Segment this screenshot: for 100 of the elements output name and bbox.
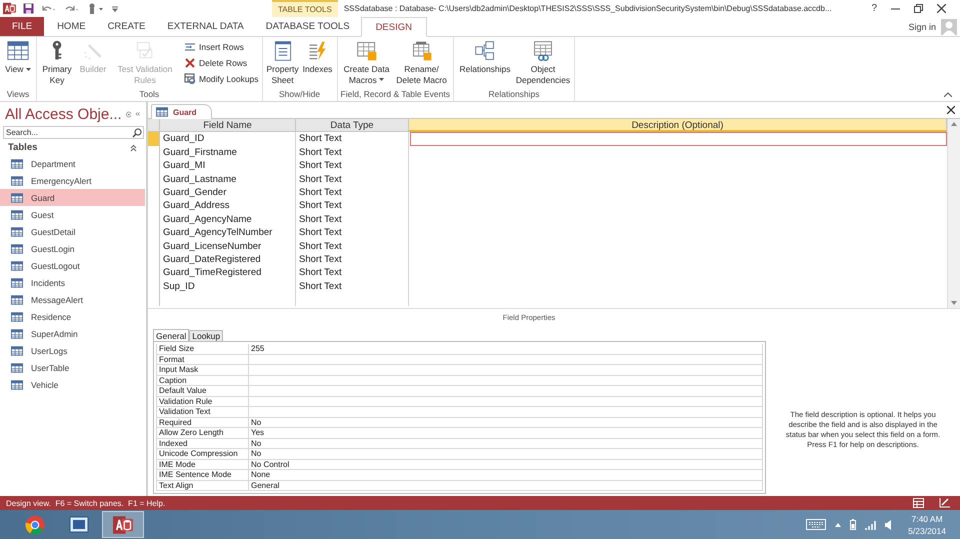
collapse-section-icon[interactable] [130,144,137,152]
ribbon-tab[interactable]: CREATE [96,17,156,36]
nav-item[interactable]: Department [0,155,145,172]
nav-item[interactable]: Guest [0,206,145,223]
table-icon [11,312,23,322]
file-tab[interactable]: FILE [0,17,44,36]
property-tab[interactable]: Lookup [189,330,224,341]
caret-icon [26,68,31,72]
group-label: Views [6,89,30,101]
speaker-icon[interactable] [885,520,894,530]
group-label: Tools [138,89,160,101]
redo-icon[interactable] [64,4,80,14]
property-name: Validation Rule [156,396,249,407]
property-name: Caption [156,376,249,386]
customize-icon[interactable] [112,4,118,12]
nav-item[interactable]: EmergencyAlert [0,172,145,189]
close-icon[interactable] [947,106,955,114]
help-button[interactable]: ? [871,3,877,14]
ribbon-tab[interactable]: DATABASE TOOLS [254,17,361,36]
table-cell: Short Text [296,199,409,213]
table-cell: Short Text [296,159,409,173]
table-cell: Guard_AgencyName [160,212,296,226]
pane-title[interactable]: All Access Obje... [5,106,122,122]
table-icon [11,244,23,254]
property-value[interactable]: None [249,470,763,480]
undo-icon[interactable] [41,4,57,14]
ribbon-button[interactable]: Delete Rows [184,56,259,70]
input-field[interactable] [410,132,947,146]
nav-item[interactable]: SuperAdmin [0,325,145,342]
nav-item[interactable]: UserLogs [0,342,145,359]
signal-icon[interactable] [865,520,876,530]
table-cell: Short Text [296,212,409,226]
restore-icon[interactable] [914,4,923,13]
ribbon-tab[interactable]: EXTERNAL DATA [156,17,255,36]
property-value[interactable]: No Control [249,460,763,470]
table-cell: Short Text [296,172,409,186]
ribbon-button[interactable]: Create Data Macros [340,40,393,85]
delete-icon [184,57,196,69]
ribbon-button[interactable]: Insert Rows [184,40,259,54]
nav-item[interactable]: GuestLogout [0,257,145,274]
property-value[interactable]: No [249,449,763,460]
show-hidden-icon[interactable] [835,522,842,526]
taskbar-button[interactable] [102,511,144,538]
macro-table-icon [410,40,433,62]
datasheet-view-icon[interactable] [913,498,924,508]
ribbon-button[interactable]: Primary Key [40,40,74,85]
ribbon-button[interactable]: Rename/ Delete Macro [394,40,449,85]
sign-in-link[interactable]: Sign in [908,22,936,32]
section-header[interactable]: Tables [8,142,38,153]
table-icon [11,380,23,390]
access-icon [113,514,133,534]
dropdown-icon[interactable] [126,108,132,120]
ribbon-button[interactable]: Modify Lookups [184,72,259,86]
table-cell: Short Text [296,226,409,240]
design-view-icon[interactable] [939,498,950,508]
collapse-pane-icon[interactable] [135,110,140,118]
group-label: Show/Hide [278,89,322,101]
nav-item[interactable]: Incidents [0,274,145,291]
time-text: 7:40 AM [911,512,943,524]
property-value[interactable]: No [249,438,763,449]
relationships-icon [474,40,496,62]
nav-item[interactable]: GuestLogin [0,240,145,257]
nav-item[interactable]: Vehicle [0,376,145,393]
property-value[interactable]: General [249,480,763,491]
nav-item[interactable]: Guard [0,189,145,206]
ribbon-tab[interactable]: HOME [46,17,97,36]
macro-table-icon [356,40,378,62]
scroll-up-icon[interactable] [951,122,957,126]
ribbon-tab[interactable]: DESIGN [360,17,427,37]
battery-icon[interactable] [850,519,856,530]
close-icon[interactable] [937,4,946,13]
table-icon [11,346,23,356]
ribbon-button[interactable]: Property Sheet [266,40,300,85]
save-icon[interactable] [23,3,34,14]
property-name: Unicode Compression [156,449,249,460]
ribbon-button[interactable]: Object Dependencies [515,40,572,85]
nav-item[interactable]: Residence [0,308,145,325]
nav-item[interactable]: MessageAlert [0,291,145,308]
table-cell: Guard_DateRegistered [160,252,296,266]
nav-item[interactable]: GuestDetail [0,223,145,240]
insert-rows-icon [184,41,196,53]
property-value[interactable]: 255 [249,344,763,354]
ribbon-button[interactable]: View [3,40,33,74]
scroll-down-icon[interactable] [951,301,957,305]
touch-mode-icon[interactable] [87,3,105,14]
table-cell: Short Text [296,186,409,200]
keyboard-icon[interactable] [806,519,826,530]
collapse-ribbon-icon[interactable] [944,92,952,97]
search-field[interactable]: Search... [3,126,144,139]
ribbon-button[interactable]: Indexes [302,40,334,74]
property-value[interactable]: Yes [249,428,763,438]
scrollbar[interactable] [947,119,960,308]
ribbon-button[interactable]: Relationships [457,40,514,74]
property-tab[interactable]: General [153,329,190,342]
property-value[interactable]: No [249,418,763,428]
document-tab[interactable]: Guard [151,104,212,119]
table-cell: Short Text [296,252,409,266]
table-icon [11,210,23,220]
nav-item[interactable]: UserTable [0,359,145,376]
table-cell: Guard_Gender [160,186,296,200]
